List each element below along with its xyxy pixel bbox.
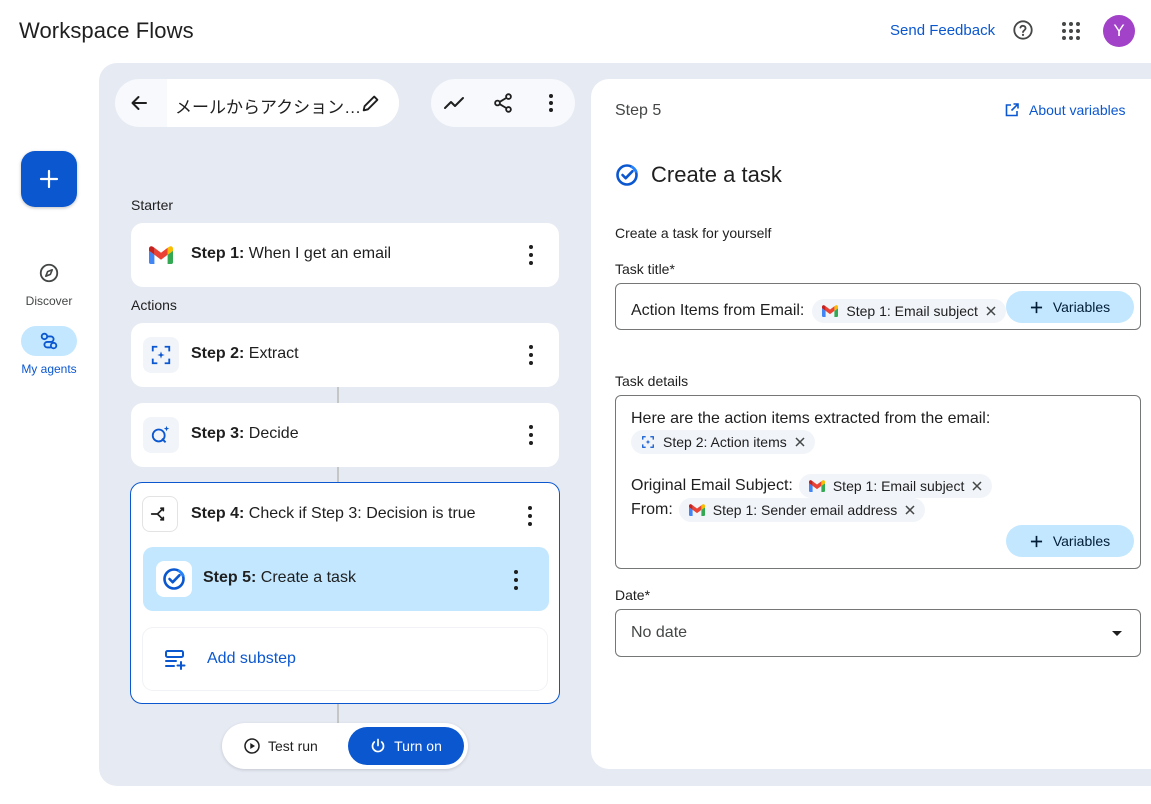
activity-button[interactable] xyxy=(443,91,467,115)
connector-line xyxy=(337,387,339,403)
step-5-menu-icon[interactable] xyxy=(512,570,520,590)
play-circle-icon xyxy=(244,738,260,754)
starter-section-label: Starter xyxy=(131,197,174,213)
back-button[interactable] xyxy=(117,81,161,125)
subject-label: Original Email Subject: xyxy=(631,477,793,494)
nav-discover[interactable]: Discover xyxy=(8,258,90,308)
from-label: From: xyxy=(631,501,673,518)
turn-on-button[interactable]: Turn on xyxy=(348,727,464,765)
date-value: No date xyxy=(631,624,688,641)
connector-line xyxy=(337,704,339,724)
tasks-icon xyxy=(156,561,192,597)
step-3-menu-icon[interactable] xyxy=(527,425,535,445)
test-run-label: Test run xyxy=(268,738,318,754)
pencil-icon xyxy=(362,95,379,112)
gmail-icon xyxy=(688,504,705,516)
condition-icon xyxy=(142,496,178,532)
power-icon xyxy=(371,738,385,753)
share-icon xyxy=(494,93,512,113)
close-icon[interactable] xyxy=(795,437,805,447)
step-5-text: Step 5: Create a task xyxy=(203,569,356,586)
step-card-1[interactable]: Step 1: When I get an email xyxy=(131,223,559,287)
tasks-icon xyxy=(616,164,638,186)
close-icon[interactable] xyxy=(986,306,996,316)
extract-icon xyxy=(143,337,179,373)
app-title: Workspace Flows xyxy=(19,18,194,43)
more-vert-icon xyxy=(549,94,553,112)
step-1-text: Step 1: When I get an email xyxy=(191,245,392,262)
more-options-button[interactable] xyxy=(539,91,563,115)
step-2-text: Step 2: Extract xyxy=(191,345,299,362)
date-select[interactable]: No date xyxy=(615,609,1141,657)
turn-on-label: Turn on xyxy=(394,738,442,754)
plus-icon xyxy=(1030,535,1042,547)
step-card-5-selected[interactable]: Step 5: Create a task xyxy=(143,547,549,611)
help-icon[interactable] xyxy=(1012,19,1034,41)
share-button[interactable] xyxy=(491,91,515,115)
action-description: Create a task for yourself xyxy=(615,225,772,241)
send-feedback-link[interactable]: Send Feedback xyxy=(890,22,995,39)
step-properties-panel: Step 5 About variables Create a task Cre… xyxy=(591,79,1151,769)
edit-name-button[interactable] xyxy=(360,92,382,119)
task-title-input[interactable]: Action Items from Email: Step 1: Email s… xyxy=(615,283,1141,330)
compass-icon xyxy=(39,263,59,283)
action-title: Create a task xyxy=(615,162,782,188)
step-card-2[interactable]: Step 2: Extract xyxy=(131,323,559,387)
open-in-new-icon xyxy=(1005,103,1019,117)
step-card-3[interactable]: Step 3: Decide xyxy=(131,403,559,467)
close-icon[interactable] xyxy=(905,505,915,515)
add-substep-button[interactable]: Add substep xyxy=(143,628,547,690)
add-substep-label: Add substep xyxy=(207,650,296,667)
panel-step-label: Step 5 xyxy=(615,102,662,119)
run-bar: Test run Turn on xyxy=(222,723,468,769)
nav-my-agents-label: My agents xyxy=(21,362,77,376)
variable-chip-email-subject[interactable]: Step 1: Email subject xyxy=(812,299,1006,323)
task-details-input[interactable]: Here are the action items extracted from… xyxy=(615,395,1141,569)
extract-icon xyxy=(642,436,654,448)
nav-my-agents[interactable]: My agents xyxy=(8,326,90,376)
task-title-variables-button[interactable]: Variables xyxy=(1006,291,1134,323)
variable-chip-email-subject[interactable]: Step 1: Email subject xyxy=(798,474,993,498)
close-icon[interactable] xyxy=(972,481,982,491)
task-title-label: Task title* xyxy=(615,261,675,277)
step-3-text: Step 3: Decide xyxy=(191,425,299,442)
step-4-menu-icon[interactable] xyxy=(526,506,534,526)
decide-icon xyxy=(143,417,179,453)
arrow-back-icon xyxy=(131,96,147,110)
actions-section-label: Actions xyxy=(131,297,177,313)
add-substep-icon xyxy=(165,650,186,670)
about-variables-link[interactable]: About variables xyxy=(1004,102,1126,118)
plus-icon xyxy=(39,169,59,189)
gmail-icon xyxy=(143,237,179,273)
date-label: Date* xyxy=(615,587,651,603)
nav-discover-label: Discover xyxy=(25,294,73,308)
gmail-icon xyxy=(808,480,825,492)
avatar[interactable]: Y xyxy=(1103,15,1135,47)
top-bar: Workspace Flows Send Feedback Y xyxy=(0,0,1151,62)
task-details-variables-button[interactable]: Variables xyxy=(1006,525,1134,557)
task-details-line-1: Here are the action items extracted from… xyxy=(631,410,991,427)
variable-chip-sender-email[interactable]: Step 1: Sender email address xyxy=(678,498,926,522)
step-4-text[interactable]: Step 4: Check if Step 3: Decision is tru… xyxy=(191,505,476,523)
create-flow-button[interactable] xyxy=(21,151,77,207)
task-details-label: Task details xyxy=(615,373,689,389)
agents-icon xyxy=(40,332,58,350)
plus-icon xyxy=(1030,301,1042,313)
connector-line xyxy=(337,467,339,482)
gmail-icon xyxy=(822,305,839,317)
step-4-group: Step 4: Check if Step 3: Decision is tru… xyxy=(130,482,560,704)
dropdown-arrow-icon xyxy=(1112,631,1122,636)
test-run-button[interactable]: Test run xyxy=(244,738,318,754)
apps-grid-icon[interactable] xyxy=(1062,22,1080,40)
step-1-menu-icon[interactable] xyxy=(527,245,535,265)
task-title-text: Action Items from Email: xyxy=(631,302,805,319)
variable-chip-action-items[interactable]: Step 2: Action items xyxy=(631,430,815,454)
activity-chart-icon xyxy=(444,97,464,109)
step-2-menu-icon[interactable] xyxy=(527,345,535,365)
